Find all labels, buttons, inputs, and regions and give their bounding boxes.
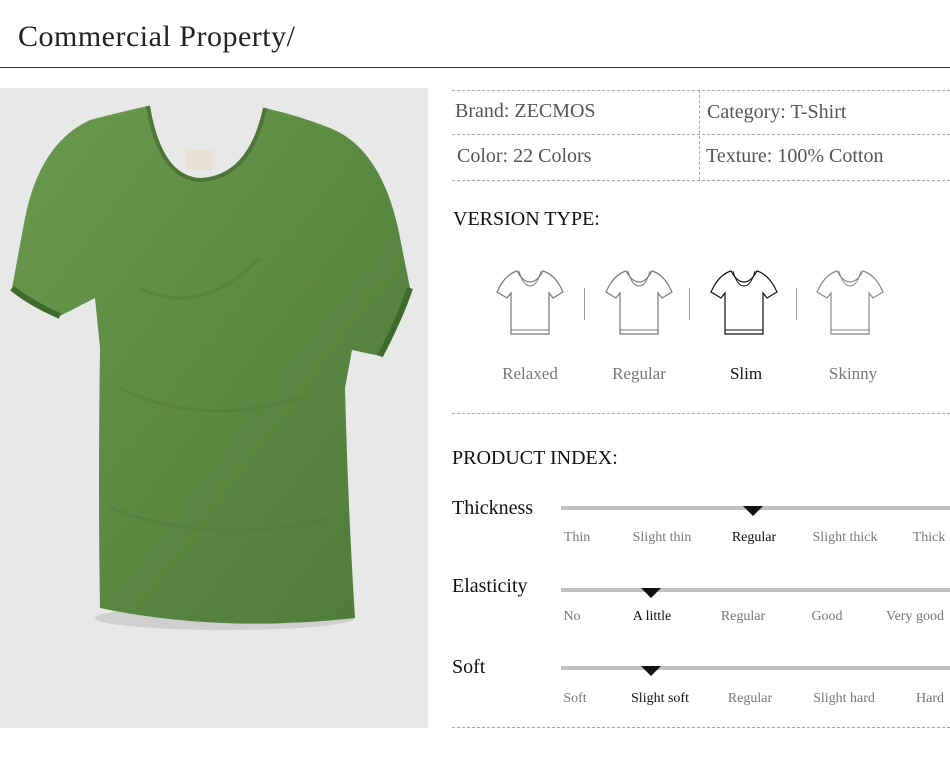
elasticity-scale <box>561 588 950 592</box>
elasticity-option: Very good <box>886 609 944 624</box>
title-divider <box>0 67 950 68</box>
product-index-heading: PRODUCT INDEX: <box>452 447 618 469</box>
regular-tshirt-icon <box>604 268 674 338</box>
green-tshirt-image <box>10 105 413 630</box>
section-divider <box>452 413 950 414</box>
soft-indicator-icon <box>641 666 661 676</box>
page-title: Commercial Property/ <box>18 20 296 53</box>
version-slim-label: Slim <box>729 364 763 383</box>
soft-label: Soft <box>452 656 486 678</box>
soft-scale <box>561 666 950 670</box>
soft-option: Hard <box>916 691 944 706</box>
relaxed-tshirt-icon <box>495 268 565 338</box>
elasticity-indicator-icon <box>641 588 661 598</box>
separator <box>796 288 797 320</box>
separator <box>584 288 585 320</box>
texture-cell: Texture: 100% Cotton <box>706 145 884 167</box>
slim-tshirt-icon <box>709 268 779 338</box>
version-type-heading: VERSION TYPE: <box>453 208 600 230</box>
version-relaxed-label: Relaxed <box>502 364 558 383</box>
thickness-label: Thickness <box>452 497 534 519</box>
table-divider <box>452 134 950 135</box>
color-cell: Color: 22 Colors <box>457 145 592 167</box>
section-divider <box>452 727 950 728</box>
version-regular-label: Regular <box>612 364 666 383</box>
table-divider <box>452 180 950 181</box>
brand-cell: Brand: ZECMOS <box>455 100 596 122</box>
table-divider <box>699 90 700 180</box>
elasticity-label: Elasticity <box>452 575 528 597</box>
thickness-indicator-icon <box>743 506 763 516</box>
category-cell: Category: T-Shirt <box>707 101 847 123</box>
version-skinny-label: Skinny <box>828 364 878 383</box>
thickness-option: Thick <box>912 530 946 545</box>
separator <box>689 288 690 320</box>
skinny-tshirt-icon <box>815 268 885 338</box>
product-photo <box>0 88 428 728</box>
table-divider <box>452 90 950 91</box>
